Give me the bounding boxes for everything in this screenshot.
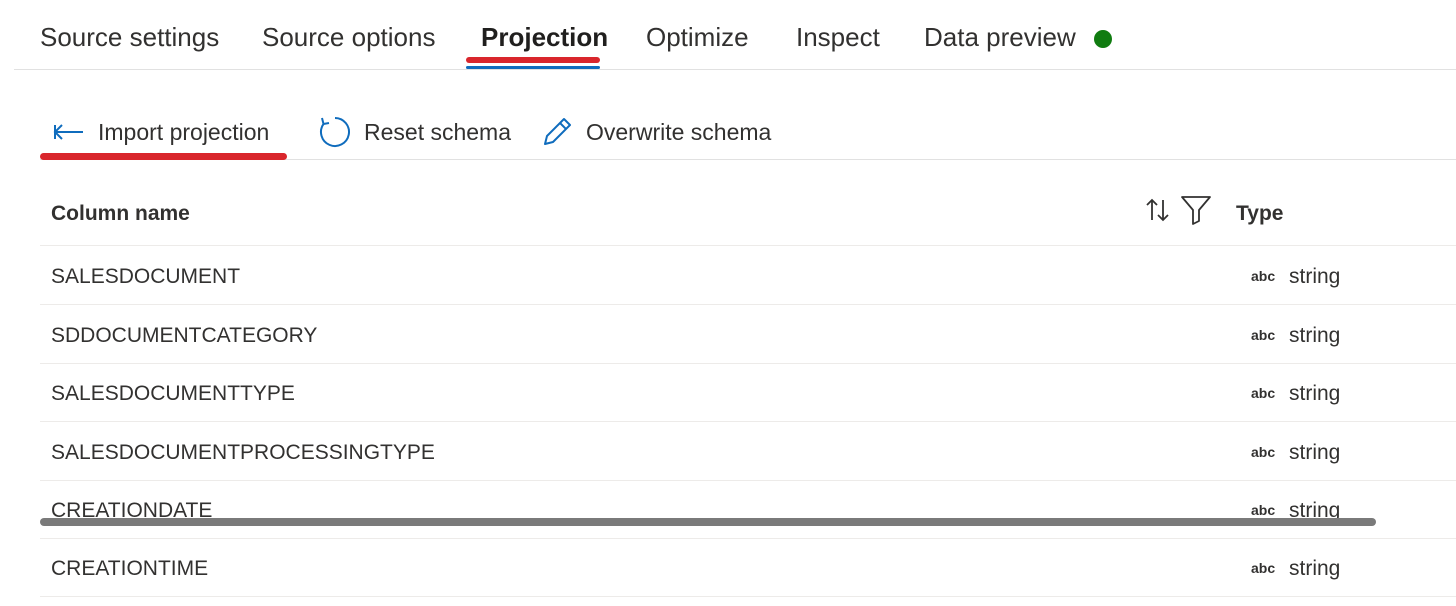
header-actions	[1144, 194, 1212, 231]
table-row[interactable]: SALESDOCUMENTPROCESSINGTYPE abc string	[40, 423, 1456, 481]
reset-schema-button[interactable]: Reset schema	[318, 108, 511, 156]
column-name-cell: SALESDOCUMENTTYPE	[51, 382, 295, 405]
column-name-header: Column name	[51, 202, 190, 225]
pencil-icon	[540, 115, 574, 149]
tab-source-options[interactable]: Source options	[262, 22, 435, 56]
string-type-icon: abc	[1251, 327, 1276, 343]
type-cell: string	[1289, 441, 1341, 464]
filter-icon[interactable]	[1180, 194, 1212, 231]
tab-bar: Source settings Source options Projectio…	[14, 0, 1456, 70]
overwrite-schema-label: Overwrite schema	[586, 118, 772, 145]
column-name-cell: SALESDOCUMENT	[51, 265, 241, 288]
string-type-icon: abc	[1251, 385, 1276, 401]
import-projection-button[interactable]: Import projection	[52, 108, 269, 156]
column-name-cell: SDDOCUMENTCATEGORY	[51, 324, 318, 347]
table-row[interactable]: SDDOCUMENTCATEGORY abc string	[40, 306, 1456, 364]
tab-source-settings[interactable]: Source settings	[40, 22, 219, 56]
annotation-underline-projection	[466, 57, 600, 63]
string-type-icon: abc	[1251, 444, 1276, 460]
column-name-cell: CREATIONTIME	[51, 557, 209, 580]
status-dot-icon	[1094, 30, 1112, 48]
import-projection-label: Import projection	[98, 118, 270, 145]
arrow-left-icon	[52, 122, 86, 142]
type-cell: string	[1289, 382, 1341, 405]
table-row[interactable]: SALESDOCUMENTTYPE abc string	[40, 364, 1456, 422]
tab-data-preview[interactable]: Data preview	[924, 22, 1076, 56]
annotation-underline-import	[40, 153, 287, 160]
tab-projection[interactable]: Projection	[481, 22, 608, 56]
projection-panel: Source settings Source options Projectio…	[0, 0, 1456, 606]
refresh-icon	[318, 115, 352, 149]
type-header: Type	[1236, 202, 1284, 225]
tab-optimize[interactable]: Optimize	[646, 22, 749, 56]
overwrite-schema-button[interactable]: Overwrite schema	[540, 108, 771, 156]
table-row[interactable]: SALESDOCUMENT abc string	[40, 247, 1456, 305]
string-type-icon: abc	[1251, 502, 1276, 518]
tab-inspect[interactable]: Inspect	[796, 22, 880, 56]
sort-icon[interactable]	[1144, 196, 1172, 229]
string-type-icon: abc	[1251, 560, 1276, 576]
type-cell: string	[1289, 265, 1341, 288]
table-header: Column name Type	[40, 184, 1456, 246]
table-row[interactable]: CREATIONTIME abc string	[40, 539, 1456, 597]
string-type-icon: abc	[1251, 268, 1276, 284]
horizontal-scrollbar[interactable]	[40, 518, 1376, 526]
type-cell: string	[1289, 324, 1341, 347]
active-tab-indicator	[466, 66, 600, 69]
reset-schema-label: Reset schema	[364, 118, 512, 145]
type-cell: string	[1289, 557, 1341, 580]
table-row[interactable]: CREATIONDATE abc string	[40, 481, 1456, 539]
column-name-cell: SALESDOCUMENTPROCESSINGTYPE	[51, 441, 435, 464]
